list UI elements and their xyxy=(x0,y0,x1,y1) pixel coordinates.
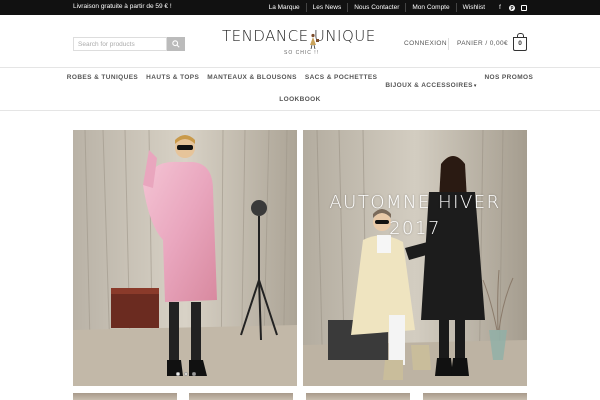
shipping-promo: Livraison gratuite à partir de 59 € ! xyxy=(73,3,172,10)
nav-item-sacs-pochettes[interactable]: SACS & POCHETTES xyxy=(305,74,378,92)
chevron-down-icon: ▾ xyxy=(473,83,477,89)
hero-slide-right[interactable]: AUTOMNE HIVER 2017 xyxy=(303,130,527,386)
nav-row-primary: ROBES & TUNIQUES HAUTS & TOPS MANTEAUX &… xyxy=(0,74,600,92)
top-links: La Marque Les News Nous Contacter Mon Co… xyxy=(263,3,527,12)
nav-item-hauts-tops[interactable]: HAUTS & TOPS xyxy=(146,74,199,92)
main-nav: ROBES & TUNIQUES HAUTS & TOPS MANTEAUX &… xyxy=(0,67,600,111)
social-links: f p xyxy=(497,4,527,11)
product-thumb[interactable] xyxy=(189,393,293,400)
nav-item-bijoux-accessoires-wrap[interactable]: BIJOUX & ACCESSOIRES▾ xyxy=(385,74,476,92)
site-logo[interactable]: TENDANCE UNIQUE SO CHIC !! xyxy=(222,25,382,59)
search-button[interactable] xyxy=(167,37,185,51)
search-form xyxy=(73,37,185,51)
hero-title-line2: 2017 xyxy=(389,218,441,239)
logo-tagline: SO CHIC !! xyxy=(284,50,320,56)
link-la-marque[interactable]: La Marque xyxy=(263,3,307,12)
account-link[interactable]: CONNEXION xyxy=(404,40,447,47)
logo-name: TENDANCE UNIQUE xyxy=(222,27,376,45)
nav-item-manteaux-blousons[interactable]: MANTEAUX & BLOUSONS xyxy=(207,74,297,92)
search-icon xyxy=(172,40,180,48)
hero-left-image xyxy=(73,130,297,386)
product-thumb[interactable] xyxy=(73,393,177,400)
nav-item-nos-promos[interactable]: NOS PROMOS xyxy=(484,74,533,92)
site-header: TENDANCE UNIQUE SO CHIC !! CONNEXION PAN… xyxy=(0,15,600,67)
slider-dot[interactable] xyxy=(184,372,188,376)
hero-title-line1: AUTOMNE HIVER xyxy=(329,192,501,213)
link-wishlist[interactable]: Wishlist xyxy=(457,3,491,12)
product-thumb[interactable] xyxy=(306,393,410,400)
top-bar: Livraison gratuite à partir de 59 € ! La… xyxy=(0,0,600,15)
link-nous-contacter[interactable]: Nous Contacter xyxy=(348,3,407,12)
facebook-icon[interactable]: f xyxy=(497,5,503,11)
nav-item-lookbook[interactable]: LOOKBOOK xyxy=(279,96,320,103)
instagram-icon[interactable] xyxy=(521,4,527,11)
cart-count: 0 xyxy=(518,40,522,47)
logo-figure-icon xyxy=(310,33,319,49)
slider-dots xyxy=(176,372,196,376)
header-divider xyxy=(448,38,449,50)
link-les-news[interactable]: Les News xyxy=(307,3,349,12)
pinterest-icon[interactable]: p xyxy=(509,4,515,11)
slider-dot[interactable] xyxy=(176,372,180,376)
slider-dot[interactable] xyxy=(192,372,196,376)
hero-slide-left[interactable] xyxy=(73,130,297,386)
cart-link[interactable]: PANIER / 0,00€ xyxy=(457,40,508,47)
hero-right-image xyxy=(303,130,527,386)
nav-item-robes-tuniques[interactable]: ROBES & TUNIQUES xyxy=(67,74,138,92)
search-input[interactable] xyxy=(73,37,167,51)
product-thumb[interactable] xyxy=(423,393,527,400)
nav-item-bijoux-accessoires[interactable]: BIJOUX & ACCESSOIRES xyxy=(385,82,473,89)
nav-row-secondary: LOOKBOOK xyxy=(0,96,600,103)
link-mon-compte[interactable]: Mon Compte xyxy=(406,3,457,12)
cart-bag-icon[interactable]: 0 xyxy=(513,33,527,51)
